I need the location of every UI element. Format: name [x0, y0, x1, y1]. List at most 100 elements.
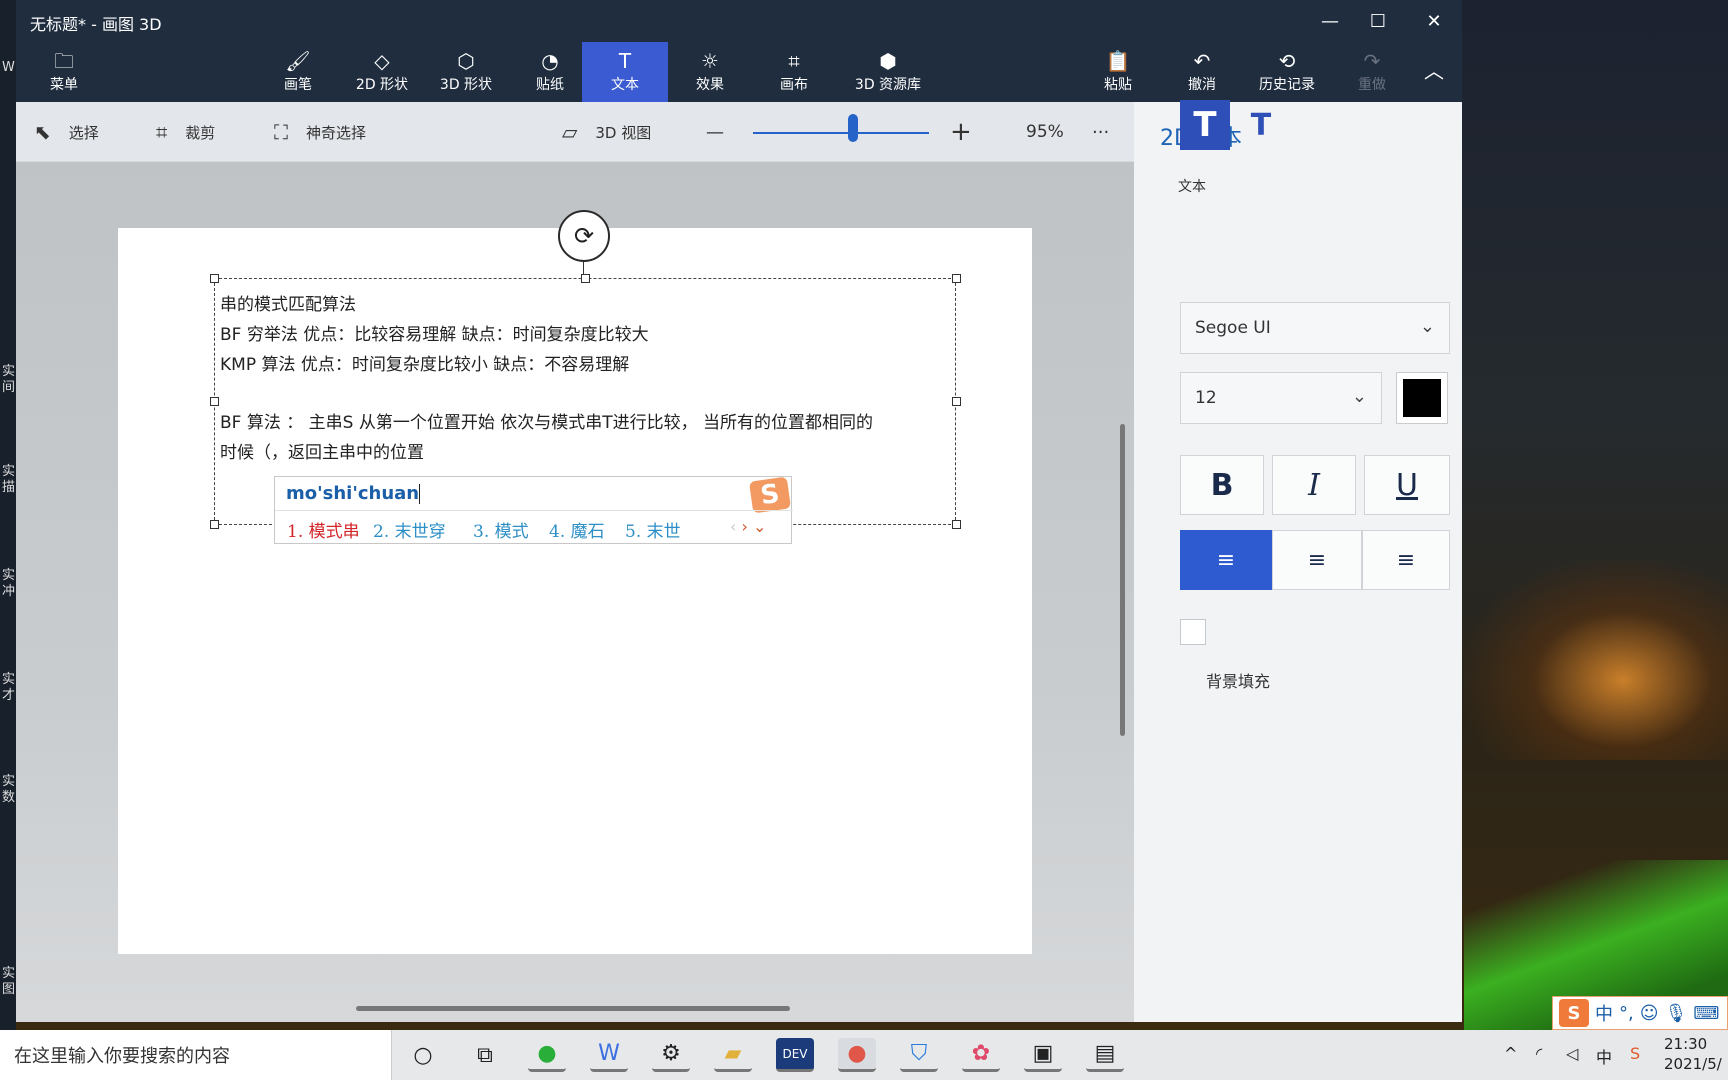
text-line[interactable]: BF 算法 ： 主串S 从第一个位置开始 依次与模式串T进行比较， 当所有的位置…: [220, 408, 873, 433]
align-left-button[interactable]: ≡: [1180, 530, 1272, 590]
wps-icon[interactable]: W: [590, 1038, 628, 1072]
menu-button[interactable]: 🗀 菜单: [34, 42, 94, 102]
tool-label: 3D 资源库: [854, 77, 922, 93]
zoom-slider-track[interactable]: [753, 132, 929, 134]
desktop-label[interactable]: 实冲: [2, 568, 16, 600]
undo-button[interactable]: ↶ 撤消: [1160, 42, 1244, 102]
keyboard-icon[interactable]: ⌨: [1693, 1003, 1719, 1024]
sogou-tray-icon[interactable]: S: [1630, 1044, 1640, 1063]
resize-handle[interactable]: [210, 274, 219, 283]
text-color-picker[interactable]: [1396, 372, 1448, 424]
sogou-icon[interactable]: S: [1559, 999, 1589, 1027]
ime-indicator[interactable]: 中: [1596, 1044, 1612, 1068]
cortana-icon[interactable]: ○: [404, 1038, 442, 1072]
3d-view-button[interactable]: ▱ 3D 视图: [562, 102, 651, 162]
close-button[interactable]: ✕: [1406, 0, 1462, 42]
ime-expand-icon[interactable]: ⌄: [753, 517, 766, 536]
zoom-percentage[interactable]: 95%: [1026, 102, 1064, 162]
3d-text-style-button[interactable]: T: [1236, 100, 1286, 150]
select-button[interactable]: ⬉ 选择: [34, 102, 99, 162]
horizontal-scrollbar[interactable]: [356, 1006, 790, 1011]
ime-punct[interactable]: °,: [1619, 1003, 1634, 1024]
tool-brush[interactable]: 🖌 画笔: [256, 42, 340, 102]
paint3d-icon[interactable]: ●: [838, 1038, 876, 1072]
desktop-label[interactable]: 实图: [2, 966, 16, 998]
chevron-down-icon: ⌄: [1351, 386, 1367, 407]
ime-candidate[interactable]: 2. 末世穿: [373, 517, 446, 542]
zoom-slider-thumb[interactable]: [848, 114, 859, 142]
align-right-button[interactable]: ≡: [1362, 530, 1450, 590]
tray-chevron-up-icon[interactable]: ^: [1504, 1044, 1517, 1063]
resize-handle[interactable]: [210, 520, 219, 529]
tool-3d-shapes[interactable]: ⬡ 3D 形状: [424, 42, 508, 102]
collapse-ribbon-button[interactable]: ︿: [1414, 42, 1454, 102]
zoom-out-button[interactable]: —: [706, 102, 724, 162]
sun-icon: ☼: [701, 49, 719, 73]
history-button[interactable]: ⟲ 历史记录: [1244, 42, 1330, 102]
tool-stickers[interactable]: ◔ 贴纸: [508, 42, 592, 102]
resize-handle[interactable]: [210, 397, 219, 406]
colorful-app-icon[interactable]: ✿: [962, 1038, 1000, 1072]
desktop-label[interactable]: 实描: [2, 464, 16, 496]
text-line[interactable]: KMP 算法 优点：时间复杂度比较小 缺点：不容易理解: [220, 350, 629, 375]
taskbar-search-box[interactable]: 在这里输入你要搜索的内容: [0, 1030, 392, 1080]
mic-icon[interactable]: 🎙: [1665, 1003, 1688, 1024]
resize-handle[interactable]: [952, 274, 961, 283]
align-center-icon: ≡: [1307, 547, 1327, 573]
font-family-dropdown[interactable]: Segoe UI ⌄: [1180, 302, 1450, 354]
security-shield-icon[interactable]: ⛉: [900, 1038, 938, 1072]
ime-candidate[interactable]: 1. 模式串: [287, 517, 360, 542]
wechat-icon[interactable]: ●: [528, 1038, 566, 1072]
tool-effects[interactable]: ☼ 效果: [668, 42, 752, 102]
desktop-label[interactable]: 实才: [2, 672, 16, 704]
ime-prev-icon[interactable]: ‹: [730, 517, 736, 536]
text-line[interactable]: 时候（，返回主串中的位置: [220, 438, 424, 463]
volume-icon[interactable]: ◁: [1566, 1044, 1578, 1063]
more-options-button[interactable]: ···: [1092, 102, 1109, 162]
tool-2d-shapes[interactable]: ◇ 2D 形状: [340, 42, 424, 102]
tool-3d-library[interactable]: ⬢ 3D 资源库: [836, 42, 940, 102]
underline-button[interactable]: U: [1364, 455, 1450, 515]
menu-label: 菜单: [50, 77, 78, 93]
ime-candidate[interactable]: 5. 末世: [625, 517, 681, 542]
tool-text[interactable]: T 文本: [582, 42, 668, 102]
magic-select-button[interactable]: ⛶ 神奇选择: [274, 102, 366, 162]
redo-button[interactable]: ↷ 重做: [1330, 42, 1414, 102]
system-clock[interactable]: 21:30 2021/5/: [1664, 1034, 1722, 1074]
resize-handle[interactable]: [952, 397, 961, 406]
ime-pinyin[interactable]: mo'shi'chuan: [286, 483, 421, 504]
file-explorer-icon[interactable]: ▰: [714, 1038, 752, 1072]
ime-next-icon[interactable]: ›: [742, 517, 748, 536]
text-line[interactable]: BF 穷举法 优点：比较容易理解 缺点：时间复杂度比较大: [220, 320, 649, 345]
settings-gear-icon[interactable]: ⚙: [652, 1038, 690, 1072]
paste-button[interactable]: 📋 粘贴: [1076, 42, 1160, 102]
italic-button[interactable]: I: [1272, 455, 1356, 515]
ime-lang[interactable]: 中: [1595, 1000, 1613, 1026]
emoji-icon[interactable]: ☺: [1640, 1003, 1659, 1024]
vertical-scrollbar[interactable]: [1120, 424, 1125, 736]
text-line[interactable]: 串的模式匹配算法: [220, 290, 356, 315]
desktop-label[interactable]: 实数: [2, 774, 16, 806]
tool-canvas[interactable]: ⌗ 画布: [752, 42, 836, 102]
bold-button[interactable]: B: [1180, 455, 1264, 515]
font-size-dropdown[interactable]: 12 ⌄: [1180, 372, 1382, 424]
app-icon[interactable]: ▣: [1024, 1038, 1062, 1072]
rotate-handle[interactable]: ⟳: [558, 210, 610, 262]
resize-handle[interactable]: [952, 520, 961, 529]
2d-text-style-button[interactable]: T: [1180, 100, 1230, 150]
align-center-button[interactable]: ≡: [1272, 530, 1362, 590]
wifi-icon[interactable]: ◜: [1536, 1044, 1542, 1063]
app-icon[interactable]: ▤: [1086, 1038, 1124, 1072]
zoom-in-button[interactable]: +: [950, 102, 972, 162]
devcpp-icon[interactable]: DEV: [776, 1038, 814, 1072]
desktop-label[interactable]: W: [2, 60, 15, 76]
desktop-label[interactable]: 实间: [2, 364, 16, 396]
ime-candidate[interactable]: 4. 魔石: [549, 517, 605, 542]
resize-handle[interactable]: [581, 274, 590, 283]
background-fill-checkbox[interactable]: [1180, 619, 1206, 645]
ime-candidate[interactable]: 3. 模式: [473, 517, 529, 542]
background-fill-label: 背景填充: [1206, 672, 1271, 691]
maximize-button[interactable]: ☐: [1350, 0, 1406, 42]
crop-button[interactable]: ⌗ 裁剪: [156, 102, 215, 162]
task-view-icon[interactable]: ⧉: [466, 1038, 504, 1072]
